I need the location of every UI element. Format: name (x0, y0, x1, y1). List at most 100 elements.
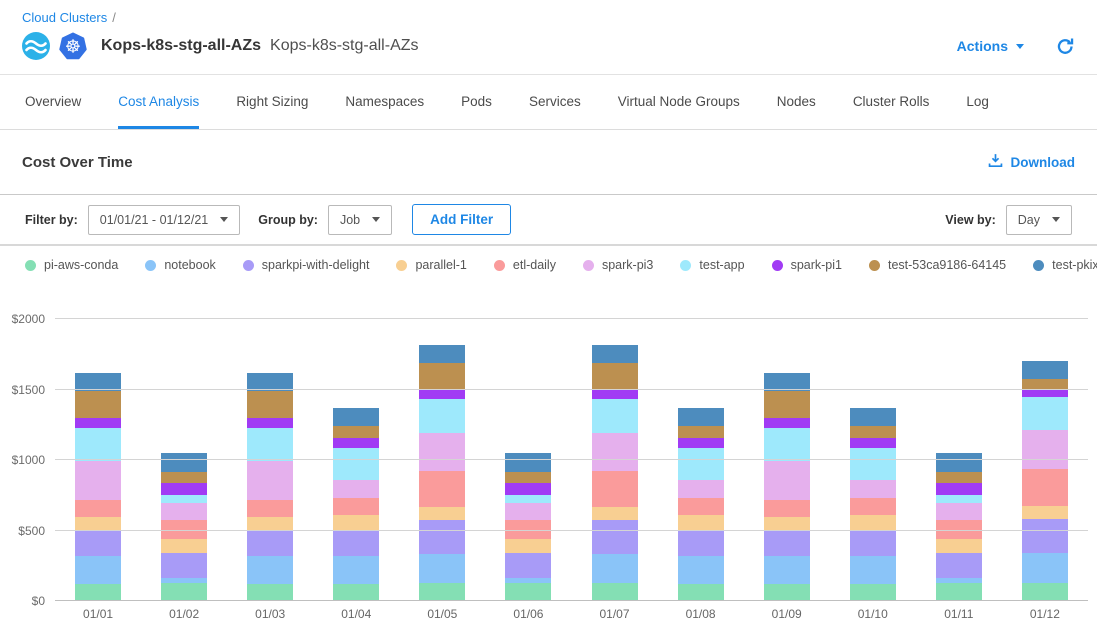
bar-segment-parallel-1[interactable] (333, 515, 379, 530)
bar-segment-test-53ca9186-64145[interactable] (678, 426, 724, 437)
bar-segment-spark-pi1[interactable] (419, 390, 465, 400)
bar-segment-sparkpi-with-delight[interactable] (75, 530, 121, 556)
bar-segment-test-53ca9186-64145[interactable] (333, 426, 379, 437)
bar-segment-sparkpi-with-delight[interactable] (419, 520, 465, 555)
bar-segment-sparkpi-with-delight[interactable] (161, 553, 207, 578)
bar-segment-spark-pi3[interactable] (764, 461, 810, 499)
bar-segment-spark-pi3[interactable] (247, 461, 293, 499)
bar-segment-parallel-1[interactable] (850, 515, 896, 530)
bar-segment-sparkpi-with-delight[interactable] (764, 530, 810, 556)
bar-segment-notebook[interactable] (592, 554, 638, 582)
bar-segment-etl-daily[interactable] (247, 500, 293, 518)
bar-segment-spark-pi3[interactable] (75, 461, 121, 499)
bar-segment-spark-pi1[interactable] (505, 483, 551, 494)
bar-segment-parallel-1[interactable] (592, 507, 638, 520)
bar-segment-pi-aws-conda[interactable] (75, 584, 121, 601)
download-button[interactable]: Download (987, 152, 1076, 172)
bar-01/01[interactable] (75, 319, 121, 601)
bar-segment-etl-daily[interactable] (333, 498, 379, 515)
tab-namespaces[interactable]: Namespaces (345, 75, 424, 129)
bar-01/04[interactable] (333, 319, 379, 601)
bar-segment-spark-pi1[interactable] (678, 438, 724, 449)
add-filter-button[interactable]: Add Filter (412, 204, 511, 235)
bar-segment-etl-daily[interactable] (850, 498, 896, 515)
bar-segment-sparkpi-with-delight[interactable] (936, 553, 982, 578)
bar-segment-spark-pi3[interactable] (936, 503, 982, 520)
tab-cluster-rolls[interactable]: Cluster Rolls (853, 75, 930, 129)
bar-segment-notebook[interactable] (678, 556, 724, 584)
bar-01/05[interactable] (419, 319, 465, 601)
bar-segment-test-53ca9186-64145[interactable] (247, 391, 293, 418)
bar-segment-spark-pi3[interactable] (850, 480, 896, 498)
bar-01/12[interactable] (1022, 319, 1068, 601)
bar-segment-notebook[interactable] (1022, 553, 1068, 583)
bar-segment-parallel-1[interactable] (247, 517, 293, 530)
legend-item-etl-daily[interactable]: etl-daily (494, 258, 556, 272)
bar-segment-test-53ca9186-64145[interactable] (1022, 379, 1068, 389)
bar-segment-test-53ca9186-64145[interactable] (419, 363, 465, 390)
bar-01/09[interactable] (764, 319, 810, 601)
actions-button[interactable]: Actions (957, 38, 1024, 54)
legend-item-test-53ca9186-64145[interactable]: test-53ca9186-64145 (869, 258, 1006, 272)
bar-segment-pi-aws-conda[interactable] (161, 583, 207, 601)
bar-segment-etl-daily[interactable] (592, 471, 638, 507)
bar-segment-test-app[interactable] (161, 495, 207, 503)
bar-segment-sparkpi-with-delight[interactable] (333, 530, 379, 556)
legend-item-parallel-1[interactable]: parallel-1 (396, 258, 466, 272)
bar-segment-test-app[interactable] (678, 448, 724, 480)
bar-segment-test-53ca9186-64145[interactable] (936, 472, 982, 483)
bar-segment-test-pkix[interactable] (333, 408, 379, 426)
bar-segment-test-app[interactable] (936, 495, 982, 503)
bar-segment-pi-aws-conda[interactable] (419, 583, 465, 601)
legend-item-pi-aws-conda[interactable]: pi-aws-conda (25, 258, 118, 272)
bar-segment-test-53ca9186-64145[interactable] (592, 363, 638, 390)
legend-item-spark-pi1[interactable]: spark-pi1 (772, 258, 842, 272)
legend-item-test-pkix[interactable]: test-pkix (1033, 258, 1097, 272)
bar-segment-test-app[interactable] (1022, 397, 1068, 429)
bar-segment-test-53ca9186-64145[interactable] (161, 472, 207, 483)
bar-segment-test-pkix[interactable] (678, 408, 724, 426)
refresh-icon[interactable] (1056, 37, 1075, 56)
bar-segment-pi-aws-conda[interactable] (1022, 583, 1068, 601)
bar-segment-spark-pi1[interactable] (333, 438, 379, 449)
bar-segment-sparkpi-with-delight[interactable] (247, 530, 293, 556)
bar-segment-sparkpi-with-delight[interactable] (850, 530, 896, 556)
bar-segment-test-53ca9186-64145[interactable] (75, 391, 121, 418)
tab-nodes[interactable]: Nodes (777, 75, 816, 129)
tab-overview[interactable]: Overview (25, 75, 81, 129)
bar-segment-parallel-1[interactable] (75, 517, 121, 530)
bar-segment-notebook[interactable] (850, 556, 896, 584)
tab-cost-analysis[interactable]: Cost Analysis (118, 75, 199, 129)
bar-segment-test-app[interactable] (247, 428, 293, 462)
bar-segment-spark-pi3[interactable] (505, 503, 551, 520)
bar-segment-etl-daily[interactable] (678, 498, 724, 515)
group-by-select[interactable]: Job (328, 205, 392, 235)
bar-segment-spark-pi1[interactable] (161, 483, 207, 494)
bar-01/10[interactable] (850, 319, 896, 601)
bar-segment-spark-pi1[interactable] (936, 483, 982, 494)
view-by-select[interactable]: Day (1006, 205, 1072, 235)
bar-segment-parallel-1[interactable] (505, 539, 551, 553)
tab-services[interactable]: Services (529, 75, 581, 129)
bar-segment-spark-pi3[interactable] (419, 433, 465, 471)
bar-segment-test-app[interactable] (592, 399, 638, 432)
bar-segment-pi-aws-conda[interactable] (850, 584, 896, 601)
bar-segment-etl-daily[interactable] (1022, 469, 1068, 506)
bar-segment-spark-pi1[interactable] (764, 418, 810, 428)
legend-item-test-app[interactable]: test-app (680, 258, 744, 272)
bar-segment-notebook[interactable] (247, 556, 293, 584)
bar-segment-test-pkix[interactable] (505, 453, 551, 472)
legend-item-spark-pi3[interactable]: spark-pi3 (583, 258, 653, 272)
bar-segment-sparkpi-with-delight[interactable] (1022, 519, 1068, 554)
bar-01/06[interactable] (505, 319, 551, 601)
bar-segment-test-pkix[interactable] (850, 408, 896, 426)
bar-segment-parallel-1[interactable] (764, 517, 810, 530)
tab-log[interactable]: Log (966, 75, 989, 129)
bar-segment-pi-aws-conda[interactable] (505, 583, 551, 601)
bar-segment-spark-pi1[interactable] (592, 390, 638, 400)
bar-segment-test-53ca9186-64145[interactable] (850, 426, 896, 437)
bar-segment-pi-aws-conda[interactable] (764, 584, 810, 601)
bar-segment-etl-daily[interactable] (764, 500, 810, 518)
bar-segment-pi-aws-conda[interactable] (333, 584, 379, 601)
bar-01/11[interactable] (936, 319, 982, 601)
